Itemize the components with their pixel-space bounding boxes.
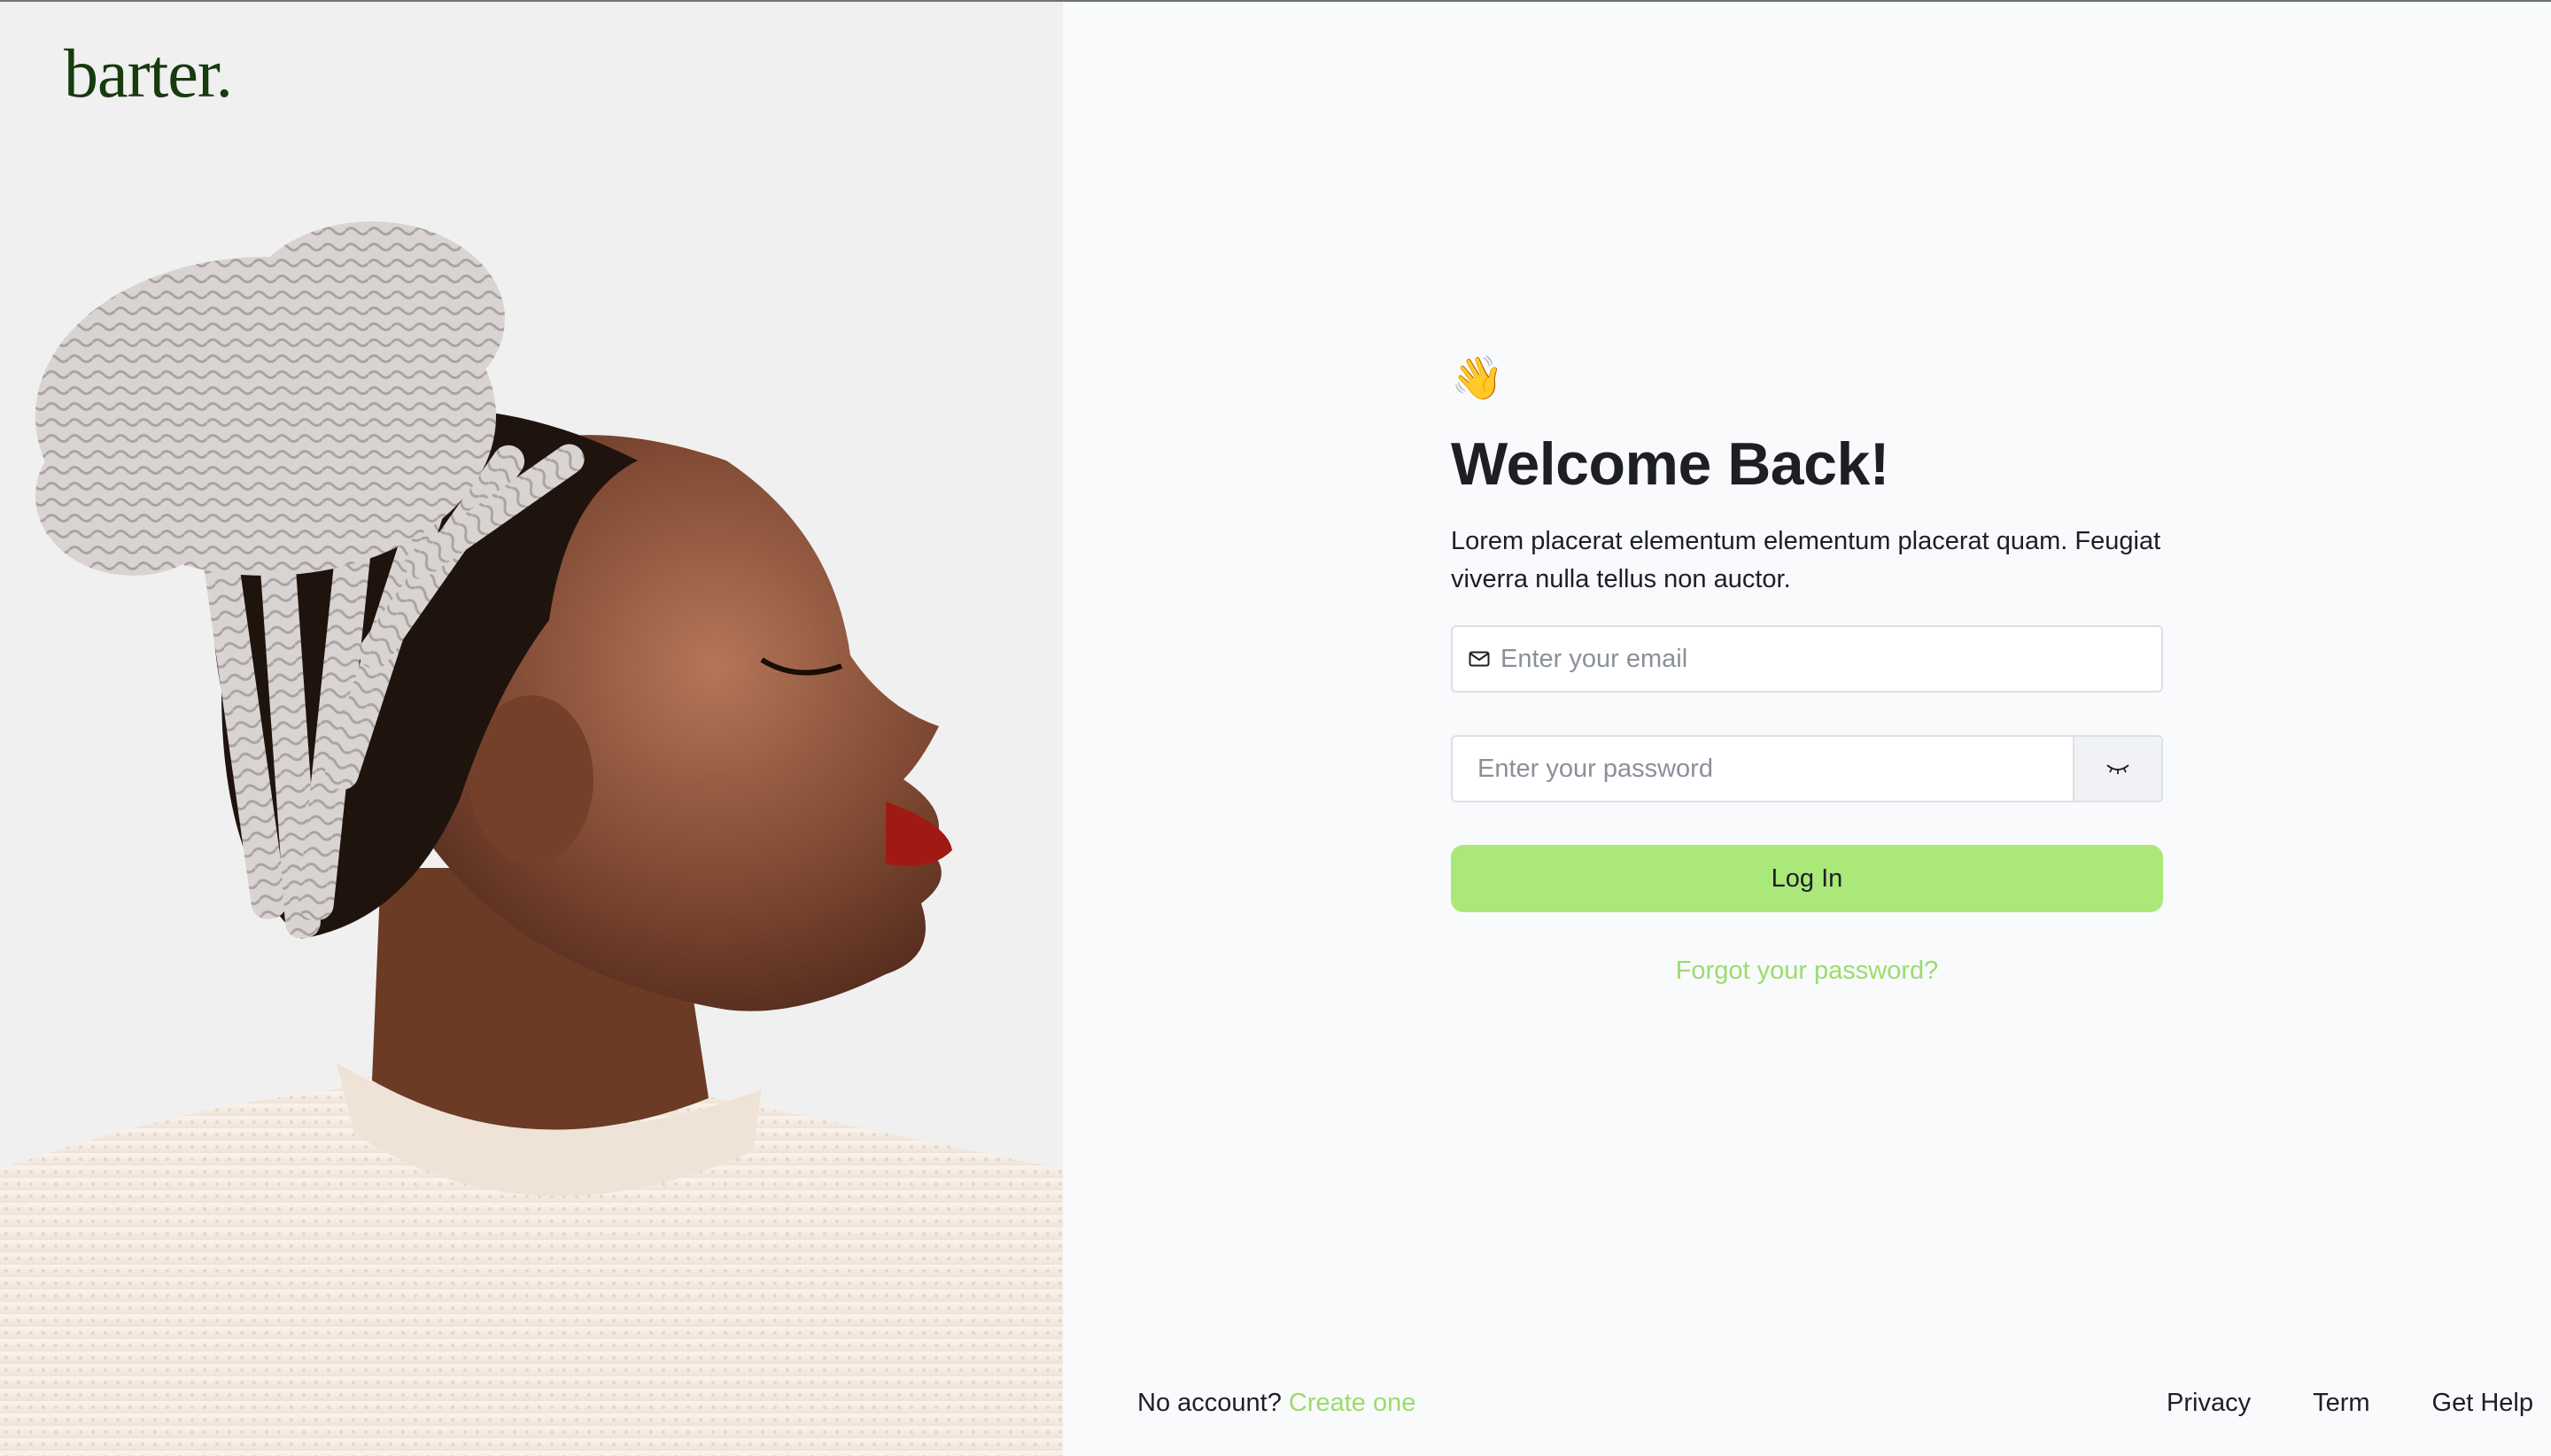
password-field [1451,735,2163,802]
no-account-text: No account? [1137,1389,1282,1417]
mail-icon [1469,651,1490,667]
forgot-password-link[interactable]: Forgot your password? [1451,956,2163,986]
email-field [1451,625,2163,693]
login-button[interactable]: Log In [1451,845,2163,912]
brand-logo[interactable]: barter. [64,34,233,113]
get-help-link[interactable]: Get Help [2432,1389,2533,1418]
password-input[interactable] [1453,737,2073,801]
waving-hand-icon: 👋 [1451,355,1504,402]
top-border [0,0,2551,2]
login-form: 👋 Welcome Back! Lorem placerat elementum… [1451,352,2163,986]
login-panel: 👋 Welcome Back! Lorem placerat elementum… [1063,0,2551,1456]
create-account-link[interactable]: Create one [1289,1389,1416,1417]
privacy-link[interactable]: Privacy [2167,1389,2251,1418]
signup-prompt: No account? Create one [1137,1389,1415,1418]
page-title: Welcome Back! [1451,430,1889,498]
portrait-image [0,221,1063,1456]
terms-link[interactable]: Term [2313,1389,2369,1418]
footer-nav: Privacy Term Get Help [2167,1389,2533,1418]
eye-closed-icon [2106,764,2129,774]
email-input[interactable] [1500,627,2161,691]
toggle-password-visibility-button[interactable] [2073,737,2161,801]
hero-panel: barter. [0,0,1063,1456]
page-subtitle: Lorem placerat elementum elementum place… [1451,527,2161,593]
